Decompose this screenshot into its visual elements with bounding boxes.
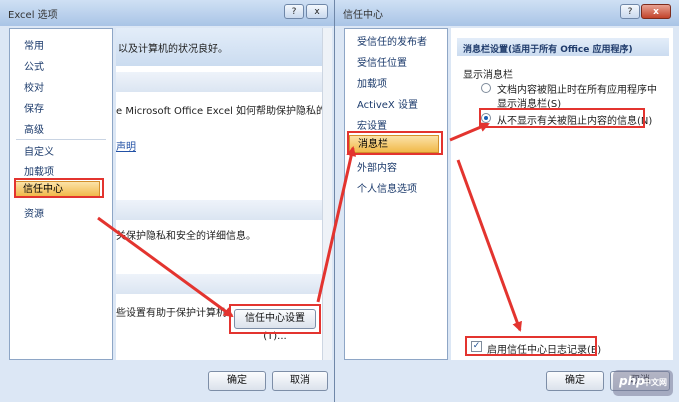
excel-options-titlebar: Excel 选项 ? x <box>0 0 334 26</box>
nav-item-trusted-publishers[interactable]: 受信任的发布者 <box>357 33 427 48</box>
content-section-trust <box>116 274 322 294</box>
content-line-2: e Microsoft Office Excel 如何帮助保护隐私的详 <box>116 106 322 117</box>
section-title: 消息栏设置(适用于所有 Office 应用程序) <box>463 45 633 55</box>
close-button[interactable]: x <box>641 4 671 19</box>
ok-button[interactable]: 确定 <box>208 371 266 391</box>
excel-options-dialog: Excel 选项 ? x 常用 公式 校对 保存 高级 自定义 加载项 信任中心… <box>0 0 334 402</box>
nav-divider <box>16 139 106 140</box>
scrollbar[interactable] <box>322 28 332 360</box>
nav-item-privacy-options[interactable]: 个人信息选项 <box>357 180 417 195</box>
nav-item-trusted-locations[interactable]: 受信任位置 <box>357 54 407 69</box>
nav-item-activex[interactable]: ActiveX 设置 <box>357 96 418 111</box>
highlight-trust-center-settings <box>229 304 321 334</box>
watermark-suffix-text: 中文网 <box>643 378 667 387</box>
nav-item-addins[interactable]: 加载项 <box>357 75 387 90</box>
nav-item-formulas[interactable]: 公式 <box>24 58 44 73</box>
highlight-logging-checkbox <box>465 336 597 356</box>
radio-show-message-bar[interactable] <box>481 83 491 93</box>
excel-options-title: Excel 选项 <box>8 10 58 21</box>
radio-option-1-line-1: 文档内容被阻止时在所有应用程序中 <box>497 85 657 96</box>
trust-center-content: 消息栏设置(适用于所有 Office 应用程序) 显示消息栏 文档内容被阻止时在… <box>451 28 673 360</box>
nav-item-addins[interactable]: 加载项 <box>24 163 54 178</box>
nav-item-advanced[interactable]: 高级 <box>24 121 44 136</box>
cancel-button[interactable]: 取消 <box>272 371 328 391</box>
nav-item-resources[interactable]: 资源 <box>24 205 44 220</box>
group-label: 显示消息栏 <box>463 70 513 81</box>
privacy-statement-link[interactable]: 声明 <box>116 138 136 153</box>
content-line-4: 些设置有助于保护计算机 <box>116 308 226 319</box>
content-line-3: 关保护隐私和安全的详细信息。 <box>116 231 256 242</box>
content-line-1: 以及计算机的状况良好。 <box>118 44 228 55</box>
ok-button[interactable]: 确定 <box>546 371 604 391</box>
close-button[interactable]: x <box>306 4 328 19</box>
nav-item-customize[interactable]: 自定义 <box>24 143 54 158</box>
highlight-never-show-option <box>479 108 645 128</box>
help-button[interactable]: ? <box>284 4 304 19</box>
nav-item-external-content[interactable]: 外部内容 <box>357 159 397 174</box>
trust-center-titlebar: 信任中心 ? x <box>335 0 679 26</box>
nav-item-save[interactable]: 保存 <box>24 100 44 115</box>
trust-center-nav: 受信任的发布者 受信任位置 加载项 ActiveX 设置 宏设置 消息栏 外部内… <box>344 28 448 360</box>
php-watermark: php 中文网 <box>613 370 673 396</box>
help-button[interactable]: ? <box>620 4 640 19</box>
content-section-privacy <box>116 72 322 92</box>
nav-item-proofing[interactable]: 校对 <box>24 79 44 94</box>
highlight-trust-center-nav <box>14 178 104 198</box>
trust-center-title: 信任中心 <box>343 10 383 21</box>
content-section-security <box>116 200 322 220</box>
watermark-logo-text: php <box>619 374 645 388</box>
trust-center-dialog: 信任中心 ? x 受信任的发布者 受信任位置 加载项 ActiveX 设置 宏设… <box>334 0 679 402</box>
nav-item-macro[interactable]: 宏设置 <box>357 117 387 132</box>
highlight-message-bar-nav <box>347 131 443 155</box>
nav-item-common[interactable]: 常用 <box>24 37 44 52</box>
